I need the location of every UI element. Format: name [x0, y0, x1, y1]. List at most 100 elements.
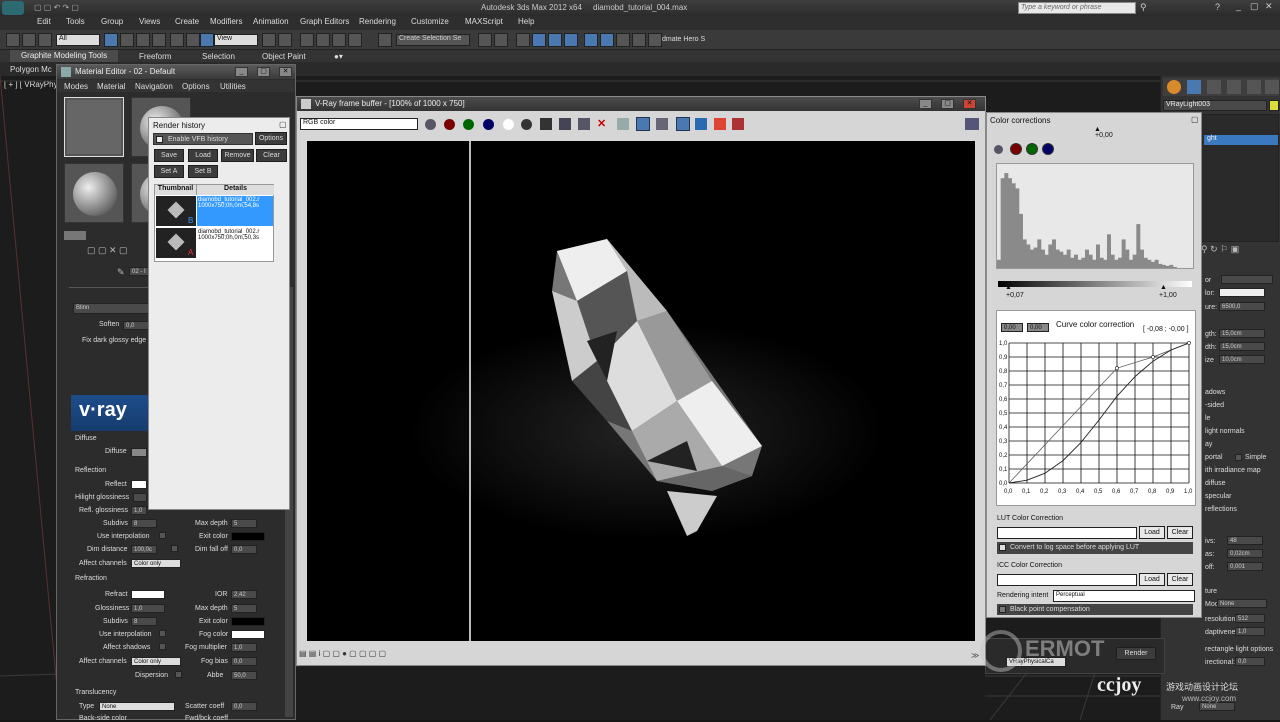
cp-mode-field[interactable]: None [1217, 599, 1267, 608]
help-icon[interactable]: ? [1215, 2, 1220, 12]
bind-icon[interactable] [38, 33, 52, 47]
r-affect-channels-dropdown[interactable]: Color only [131, 657, 181, 666]
r-max-depth-field[interactable]: 5 [231, 604, 257, 613]
alpha-channel-icon[interactable] [503, 119, 514, 130]
vfb-minimize-button[interactable]: _ [919, 99, 932, 109]
edit-named-sel-icon[interactable] [378, 33, 392, 47]
mat-menu-utilities[interactable]: Utilities [220, 82, 246, 91]
render-last-icon[interactable] [656, 118, 668, 130]
cc-blue-icon[interactable] [1042, 143, 1054, 155]
enable-vfb-history-checkbox[interactable] [156, 136, 163, 143]
cp-length-field[interactable]: 15,0cm [1219, 329, 1265, 338]
cp-temperature-field[interactable]: 6500,0 [1219, 302, 1265, 311]
modify-tab-icon[interactable] [1187, 80, 1201, 94]
show-cc-icon[interactable] [676, 117, 690, 131]
app-logo-icon[interactable] [2, 1, 24, 15]
menu-tools[interactable]: Tools [66, 17, 85, 26]
ribbon-tab-freeform[interactable]: Freeform [139, 52, 171, 61]
restore-icon[interactable]: ▢ [1250, 1, 1259, 12]
levels-low-handle-icon[interactable]: ▲ [1005, 284, 1012, 291]
cp-resolution-field[interactable]: 512 [1235, 614, 1265, 623]
region-render-icon[interactable] [636, 117, 650, 131]
stack-tools[interactable]: ⚲ ↻ ⚐ ▣ [1201, 244, 1277, 258]
cp-cutoff-field[interactable]: 0,001 [1227, 562, 1263, 571]
bpc-row[interactable]: Black point compensation [997, 604, 1193, 615]
modifier-stack-item[interactable]: ght [1204, 135, 1278, 145]
curve-box-1[interactable]: 0,00 [1001, 323, 1023, 332]
affect-channels-dropdown[interactable]: Color only [131, 559, 181, 568]
ribbon-tab-object-paint[interactable]: Object Paint [262, 52, 306, 61]
cp-color-swatch[interactable] [1219, 288, 1265, 297]
percent-snap-icon[interactable] [332, 33, 346, 47]
lut-log-row[interactable]: Convert to log space before applying LUT [997, 542, 1193, 554]
vfb-scroll-down-icon[interactable]: ≫ [971, 651, 979, 660]
cp-directional-field[interactable]: 0,0 [1235, 657, 1265, 666]
select-by-name-icon[interactable] [120, 33, 134, 47]
ref-coord-dropdown[interactable]: View [214, 34, 258, 46]
r-exit-color-swatch[interactable] [231, 617, 265, 626]
select-manip-icon[interactable] [278, 33, 292, 47]
hero-label[interactable]: dmate Hero S [662, 36, 705, 43]
scatter-coeff-field[interactable]: 0,0 [231, 702, 257, 711]
lut-icon[interactable] [732, 118, 744, 130]
history-clear-button[interactable]: Clear [256, 149, 287, 162]
hilight-gloss-field[interactable] [133, 493, 147, 502]
snap-icon[interactable] [300, 33, 314, 47]
affect-shadows-checkbox[interactable] [159, 643, 166, 650]
lut-log-checkbox[interactable] [999, 544, 1006, 551]
fog-color-swatch[interactable] [231, 630, 265, 639]
rect-selection-icon[interactable] [136, 33, 150, 47]
dim-distance-checkbox[interactable] [171, 545, 178, 552]
soften-field[interactable]: 0,0 [123, 321, 149, 330]
levels-high-handle-icon[interactable]: ▲ [1160, 284, 1167, 291]
render-button[interactable]: Render [1116, 647, 1156, 660]
material-editor-titlebar[interactable]: Material Editor - 02 - Default _ ▢ ✕ [57, 65, 295, 79]
exit-color-swatch[interactable] [231, 532, 265, 541]
cp-adaptiveness-field[interactable]: 1,0 [1235, 627, 1265, 636]
reflect-color-swatch[interactable] [131, 480, 147, 489]
levels-icon[interactable] [714, 118, 726, 130]
enable-vfb-history-row[interactable]: Enable VFB history [153, 133, 253, 145]
material-slot-4[interactable] [64, 163, 124, 223]
red-channel-icon[interactable] [444, 119, 455, 130]
bpc-checkbox[interactable] [999, 606, 1006, 613]
mat-menu-options[interactable]: Options [182, 82, 210, 91]
cp-simple-checkbox[interactable] [1235, 454, 1242, 461]
clear-image-icon[interactable]: ✕ [597, 117, 606, 130]
use-interpolation-checkbox[interactable] [159, 532, 166, 539]
col-thumbnail-header[interactable]: Thumbnail [155, 185, 197, 195]
material-slot-1[interactable] [64, 97, 124, 157]
menu-customize[interactable]: Customize [411, 17, 449, 26]
teapot-render-icon[interactable] [965, 118, 979, 130]
ior-field[interactable]: 2,42 [231, 590, 257, 599]
menu-edit[interactable]: Edit [37, 17, 51, 26]
rendering-intent-dropdown[interactable]: Perceptual [1053, 590, 1195, 602]
search-input[interactable]: Type a keyword or phrase [1018, 2, 1136, 14]
vfb-close-button[interactable]: ✕ [963, 99, 976, 109]
hierarchy-tab-icon[interactable] [1207, 80, 1221, 94]
menu-create[interactable]: Create [175, 17, 199, 26]
shader-dropdown[interactable]: Blinn [73, 303, 149, 314]
rgb-channel-icon[interactable] [425, 119, 436, 130]
lut-path-field[interactable] [997, 527, 1137, 539]
rotate-icon[interactable] [186, 33, 200, 47]
search-icon[interactable]: ⚲ [1140, 2, 1147, 13]
dim-distance-field[interactable]: 100,0c [131, 545, 157, 554]
save-all-icon[interactable] [559, 118, 571, 130]
render-setup-icon[interactable] [600, 33, 614, 47]
table-row[interactable]: A diamobd_tutorial_002.r 1000x750;0h,0m,… [155, 228, 274, 259]
utilities-tab-icon[interactable] [1265, 80, 1279, 94]
menu-group[interactable]: Group [101, 17, 123, 26]
mat-maximize-button[interactable]: ▢ [257, 67, 270, 77]
mat-close-button[interactable]: ✕ [279, 67, 292, 77]
render-history-close-icon[interactable]: ▢ [279, 120, 287, 129]
mat-menu-navigation[interactable]: Navigation [135, 82, 173, 91]
r-use-interpolation-checkbox[interactable] [159, 630, 166, 637]
quick-access-icons[interactable]: ▢ ▢ ↶ ↷ ▢ [34, 3, 154, 13]
refl-gloss-field[interactable]: 1,0 [131, 506, 147, 515]
cc-rgb-icon[interactable] [994, 145, 1003, 154]
cp-subdivs-field[interactable]: 48 [1227, 536, 1263, 545]
save-image-icon[interactable] [540, 118, 552, 130]
max-depth-field[interactable]: 5 [231, 519, 257, 528]
minimize-icon[interactable]: _ [1236, 1, 1241, 11]
